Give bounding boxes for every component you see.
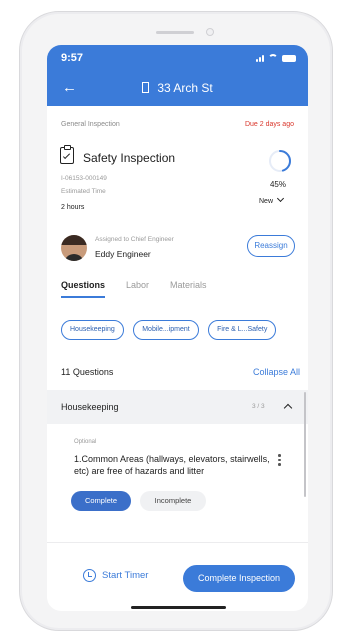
assigned-label: Assigned to Chief Engineer [95,236,174,243]
home-indicator [131,606,226,609]
clipboard-check-icon [60,145,74,164]
start-timer-button[interactable]: Start Timer [83,569,148,582]
chevron-down-icon [276,194,285,203]
avatar [61,235,87,261]
inspection-id: I-06153-000149 [61,175,107,182]
timer-icon [83,569,96,582]
progress-percent: 45% [269,180,286,189]
more-vertical-icon[interactable] [278,454,282,466]
signal-icon [256,54,264,62]
status-value: New [259,198,274,205]
phone-camera [206,28,214,36]
tab-materials[interactable]: Materials [170,280,207,298]
status-icons [256,54,296,62]
assignee-name: Eddy Engineer [95,249,151,259]
section-header[interactable]: Housekeeping 3 / 3 [47,390,308,424]
divider [47,542,308,543]
tab-questions[interactable]: Questions [61,280,106,298]
optional-label: Optional [74,439,97,445]
app-header: 9:57 ← 33 Arch St [47,45,308,106]
chip-fire-life-safety[interactable]: Fire & L...Safety [208,320,277,340]
start-timer-label: Start Timer [102,570,149,581]
status-dropdown[interactable]: New [259,194,285,205]
inspection-title: Safety Inspection [83,151,176,165]
scrollbar[interactable] [304,392,306,497]
chip-mobile-equipment[interactable]: Mobile...ipment [133,320,199,340]
question-text: 1.Common Areas (hallways, elevators, sta… [74,454,270,476]
chip-housekeeping[interactable]: Housekeeping [61,320,124,340]
phone-speaker [156,31,194,34]
complete-button[interactable]: Complete [71,491,131,511]
reassign-button[interactable]: Reassign [247,235,295,257]
complete-inspection-button[interactable]: Complete Inspection [183,565,295,592]
status-time: 9:57 [61,52,84,64]
collapse-all-link[interactable]: Collapse All [253,367,300,377]
chevron-up-icon[interactable] [283,403,293,413]
building-icon [142,82,150,93]
wifi-icon [268,54,278,62]
incomplete-button[interactable]: Incomplete [140,491,206,511]
due-status: Due 2 days ago [244,121,294,128]
questions-count: 11 Questions [61,367,114,377]
tab-labor[interactable]: Labor [126,280,149,298]
section-count: 3 / 3 [252,403,265,410]
estimated-time-label: Estimated Time [61,188,106,195]
section-title: Housekeeping [61,402,119,412]
app-screen: 9:57 ← 33 Arch St General Inspection Due… [47,45,308,611]
page-title: 33 Arch St [47,81,308,95]
battery-icon [282,54,296,62]
section-chips: Housekeeping Mobile...ipment Fire & L...… [61,318,308,340]
estimated-time-value: 2 hours [61,204,85,211]
inspection-type: General Inspection [61,121,120,128]
tab-bar: Questions Labor Materials [61,280,228,298]
progress-ring [269,150,291,172]
header-title-text: 33 Arch St [157,81,213,95]
